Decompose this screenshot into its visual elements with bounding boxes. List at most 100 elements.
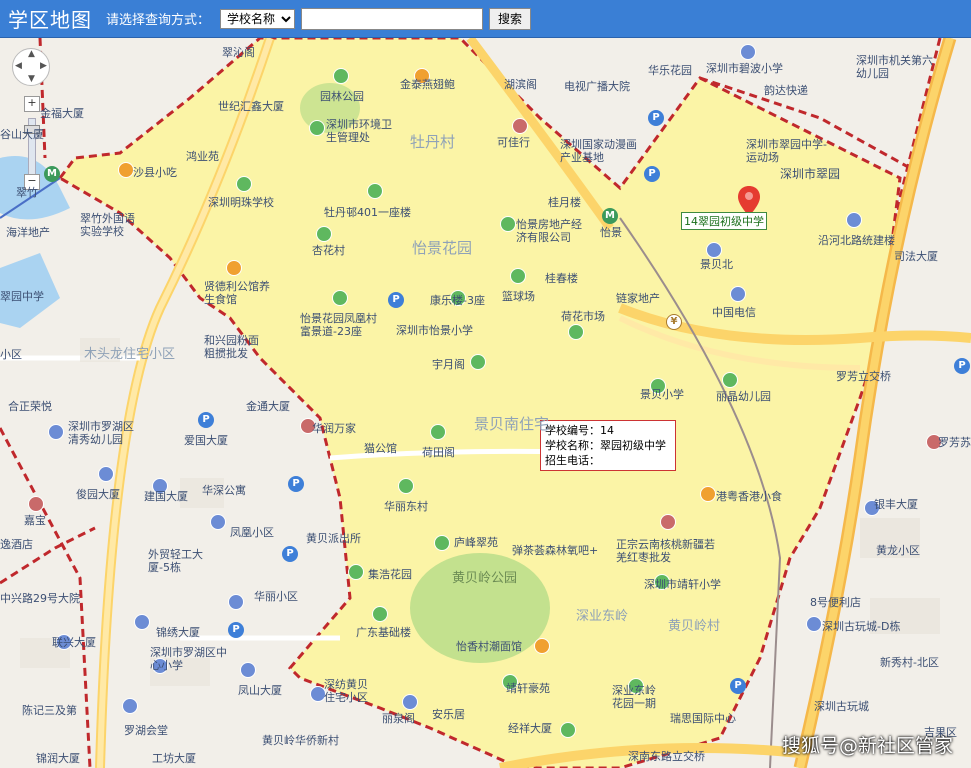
market-icon[interactable]	[568, 324, 584, 340]
building-icon[interactable]	[560, 722, 576, 738]
map-label: 康乐楼-3座	[430, 294, 485, 307]
map-label: 深圳市环境卫生管理处	[326, 118, 392, 144]
building-icon[interactable]	[434, 535, 450, 551]
map-label: 荷田阁	[422, 446, 455, 459]
pan-left-icon[interactable]: ◀	[15, 61, 22, 71]
bank-icon[interactable]: ¥	[666, 314, 682, 330]
map-label: 罗芳苏	[938, 436, 971, 449]
watermark: 搜狐号@新社区管家	[781, 735, 953, 757]
building-icon[interactable]	[48, 424, 64, 440]
zoom-in-button[interactable]: +	[24, 96, 40, 112]
map-label: 锦润大厦	[36, 752, 80, 765]
building-icon[interactable]	[398, 478, 414, 494]
parking-icon[interactable]: P	[954, 358, 970, 374]
restaurant-icon[interactable]	[226, 260, 242, 276]
park-icon[interactable]	[333, 68, 349, 84]
map-label: 嘉宝	[24, 514, 46, 527]
map-label: 宇月阁	[432, 358, 465, 371]
map-label: 翠沁阁	[222, 46, 255, 59]
restaurant-icon[interactable]	[700, 486, 716, 502]
map-label: 深圳市碧波小学	[706, 62, 783, 75]
building-icon[interactable]	[806, 616, 822, 632]
map-label: 陈记三及第	[22, 704, 77, 717]
building-icon[interactable]	[309, 120, 325, 136]
building-icon[interactable]	[470, 354, 486, 370]
pan-right-icon[interactable]: ▶	[40, 61, 47, 71]
building-icon[interactable]	[332, 290, 348, 306]
query-mode-select[interactable]: 学校名称	[220, 8, 296, 29]
map-label: 广东基础楼	[356, 626, 411, 639]
map-label: 园林公园	[320, 90, 364, 103]
app-title: 学区地图	[8, 8, 92, 32]
map-label: 杏花村	[312, 244, 345, 257]
map-area-label: 牡丹村	[410, 133, 456, 151]
building-icon[interactable]	[740, 44, 756, 60]
map-canvas[interactable]: ▲ ▼ ◀ ▶ + − P P P P P P P P P M M ¥ 14翠园…	[0, 38, 971, 768]
metro-station-icon[interactable]: M	[44, 166, 60, 182]
map-label: 景贝北	[700, 258, 733, 271]
sports-icon[interactable]	[510, 268, 526, 284]
map-label: 怡香村潮面馆	[456, 640, 522, 653]
building-icon[interactable]	[228, 594, 244, 610]
map-label: 深圳古玩城	[814, 700, 869, 713]
map-label: 深圳市机关第六幼儿园	[856, 54, 933, 80]
parking-icon[interactable]: P	[198, 412, 214, 428]
map-label: 安乐居	[432, 708, 465, 721]
search-button[interactable]: 搜索	[489, 7, 532, 30]
building-icon[interactable]	[210, 514, 226, 530]
map-label: 翠园中学	[0, 290, 44, 303]
pan-down-icon[interactable]: ▼	[28, 74, 35, 84]
building-icon[interactable]	[430, 424, 446, 440]
school-icon[interactable]	[722, 372, 738, 388]
building-icon[interactable]	[348, 564, 364, 580]
metro-station-icon[interactable]: M	[602, 208, 618, 224]
restaurant-icon[interactable]	[118, 162, 134, 178]
school-marker-label[interactable]: 14翠园初级中学	[681, 212, 767, 230]
map-label: 桂月楼	[548, 196, 581, 209]
pan-up-icon[interactable]: ▲	[28, 49, 35, 59]
restaurant-icon[interactable]	[534, 638, 550, 654]
parking-icon[interactable]: P	[228, 622, 244, 638]
shop-icon[interactable]	[660, 514, 676, 530]
pan-control[interactable]: ▲ ▼ ◀ ▶	[12, 48, 50, 86]
building-icon[interactable]	[240, 662, 256, 678]
map-label: 俊园大厦	[76, 488, 120, 501]
hotel-icon[interactable]	[28, 496, 44, 512]
building-icon[interactable]	[500, 216, 516, 232]
map-label: 华深公寓	[202, 484, 246, 497]
search-input[interactable]	[301, 7, 484, 30]
building-icon[interactable]	[367, 183, 383, 199]
map-label: 丽晶幼儿园	[716, 390, 771, 403]
parking-icon[interactable]: P	[644, 166, 660, 182]
building-icon[interactable]	[316, 226, 332, 242]
parking-icon[interactable]: P	[648, 110, 664, 126]
map-label: 瑞思国际中心	[670, 712, 736, 725]
map-label: 牡丹邨401一座楼	[324, 206, 411, 219]
map-label: 靖轩豪苑	[506, 682, 550, 695]
building-icon[interactable]	[706, 242, 722, 258]
map-label: 庐峰翠苑	[454, 536, 498, 549]
building-icon[interactable]	[372, 606, 388, 622]
shop-icon[interactable]	[512, 118, 528, 134]
parking-icon[interactable]: P	[288, 476, 304, 492]
map-label: 凤凰小区	[230, 526, 274, 539]
map-label: 外贸轻工大厦-5栋	[148, 548, 203, 574]
info-school-number: 学校编号：14	[545, 424, 614, 437]
school-icon[interactable]	[236, 176, 252, 192]
map-label: 爱国大厦	[184, 434, 228, 447]
building-icon[interactable]	[122, 698, 138, 714]
query-mode-label: 请选择查询方式：	[106, 13, 211, 28]
building-icon[interactable]	[846, 212, 862, 228]
building-icon[interactable]	[134, 614, 150, 630]
map-label: 深南东路立交桥	[628, 750, 705, 763]
map-label: 罗湖会堂	[124, 724, 168, 737]
map-label: 金通大厦	[246, 400, 290, 413]
telecom-icon[interactable]	[730, 286, 746, 302]
building-icon[interactable]	[98, 466, 114, 482]
building-icon[interactable]	[402, 694, 418, 710]
parking-icon[interactable]: P	[388, 292, 404, 308]
map-label: 黄龙小区	[876, 544, 920, 557]
parking-icon[interactable]: P	[282, 546, 298, 562]
parking-icon[interactable]: P	[730, 678, 746, 694]
map-label: 海洋地产	[6, 226, 50, 239]
